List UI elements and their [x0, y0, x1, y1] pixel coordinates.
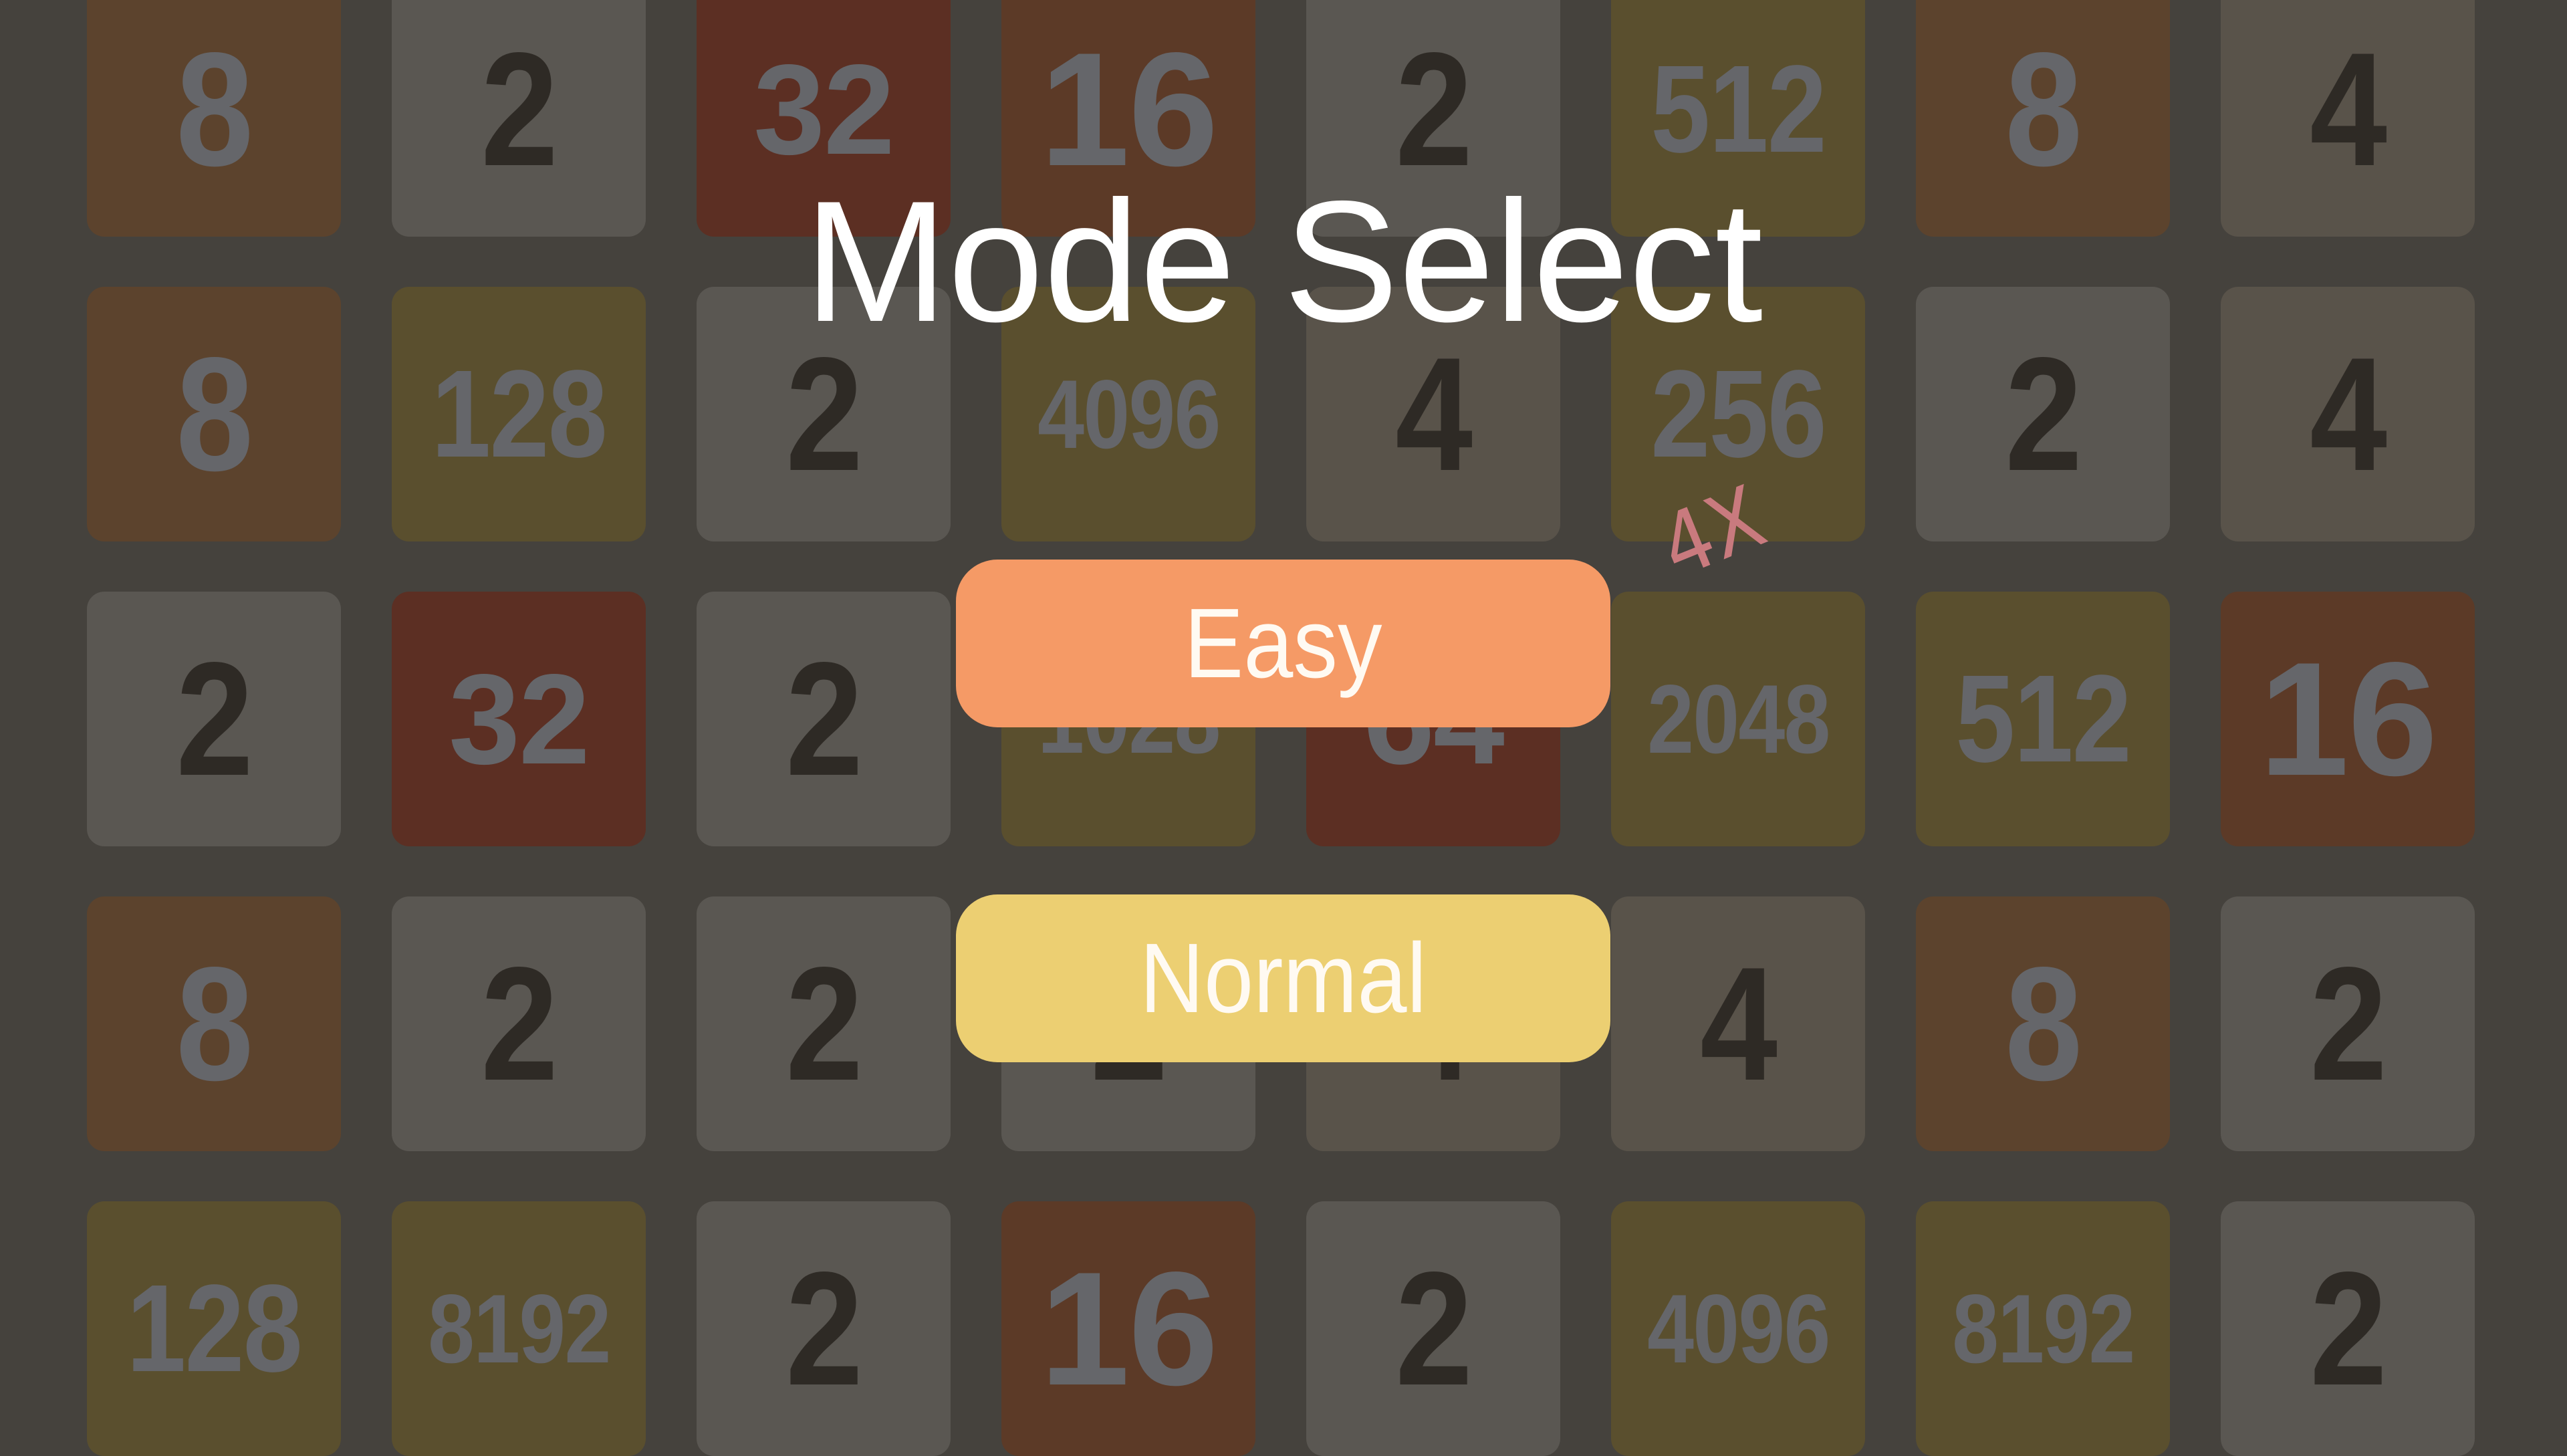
easy-mode-button[interactable]: Easy [956, 560, 1610, 727]
tile: 4096 [1611, 1201, 1865, 1456]
tile: 512 [1916, 592, 2170, 846]
tile-value: 2 [1394, 1238, 1473, 1419]
tile: 8192 [392, 1201, 646, 1456]
tile-value: 512 [1651, 39, 1826, 178]
tile-value: 128 [431, 344, 607, 483]
tile-value: 32 [753, 37, 895, 181]
tile: 8 [1916, 896, 2170, 1151]
tile: 2 [87, 592, 341, 846]
tile-value: 2 [785, 1238, 863, 1419]
tile-value: 4 [2309, 324, 2387, 505]
tile: 2 [2221, 896, 2475, 1151]
tile-value: 2048 [1646, 664, 1830, 773]
tile: 2 [697, 592, 951, 846]
tile-value: 8 [2004, 933, 2082, 1114]
tile-value: 128 [126, 1259, 302, 1398]
tile-value: 4096 [1037, 359, 1221, 469]
normal-mode-button[interactable]: Normal [956, 894, 1610, 1062]
tile-value: 8 [175, 19, 253, 200]
tile: 128 [87, 1201, 341, 1456]
tile-value: 16 [2259, 628, 2437, 810]
easy-mode-label: Easy [1184, 588, 1382, 699]
tile-value: 2 [2309, 933, 2387, 1114]
tile-value: 8 [175, 324, 253, 505]
tile-value: 4096 [1646, 1273, 1830, 1383]
tile-value: 2 [480, 19, 558, 200]
tile: 2048 [1611, 592, 1865, 846]
tile: 8192 [1916, 1201, 2170, 1456]
tile-value: 8 [175, 933, 253, 1114]
tile-value: 2 [2309, 1238, 2387, 1419]
tile: 2 [1306, 1201, 1560, 1456]
tile-value: 8192 [427, 1273, 611, 1383]
mode-select-title: Mode Select [804, 164, 1763, 358]
tile: 2 [392, 896, 646, 1151]
tile-value: 2 [480, 933, 558, 1114]
tile-value: 32 [449, 646, 590, 791]
tile-value: 4 [2309, 19, 2387, 200]
tile-value: 2 [175, 628, 253, 810]
normal-mode-label: Normal [1139, 923, 1427, 1034]
tile: 8 [87, 896, 341, 1151]
tile-value: 2 [785, 933, 863, 1114]
tile-value: 512 [1955, 649, 2131, 788]
tile: 2 [697, 896, 951, 1151]
tile-value: 4 [1699, 933, 1778, 1114]
tile: 16 [2221, 592, 2475, 846]
tile: 2 [697, 1201, 951, 1456]
tile-value: 8192 [1951, 1273, 2135, 1383]
tile: 4 [1611, 896, 1865, 1151]
tile: 2 [2221, 1201, 2475, 1456]
tile-value: 2 [2004, 324, 2082, 505]
tile-value: 2 [785, 628, 863, 810]
tile-value: 16 [1040, 1238, 1218, 1419]
tile: 32 [392, 592, 646, 846]
tile-value: 8 [2004, 19, 2082, 200]
tile: 16 [1001, 1201, 1255, 1456]
tile-value: 256 [1651, 344, 1826, 483]
